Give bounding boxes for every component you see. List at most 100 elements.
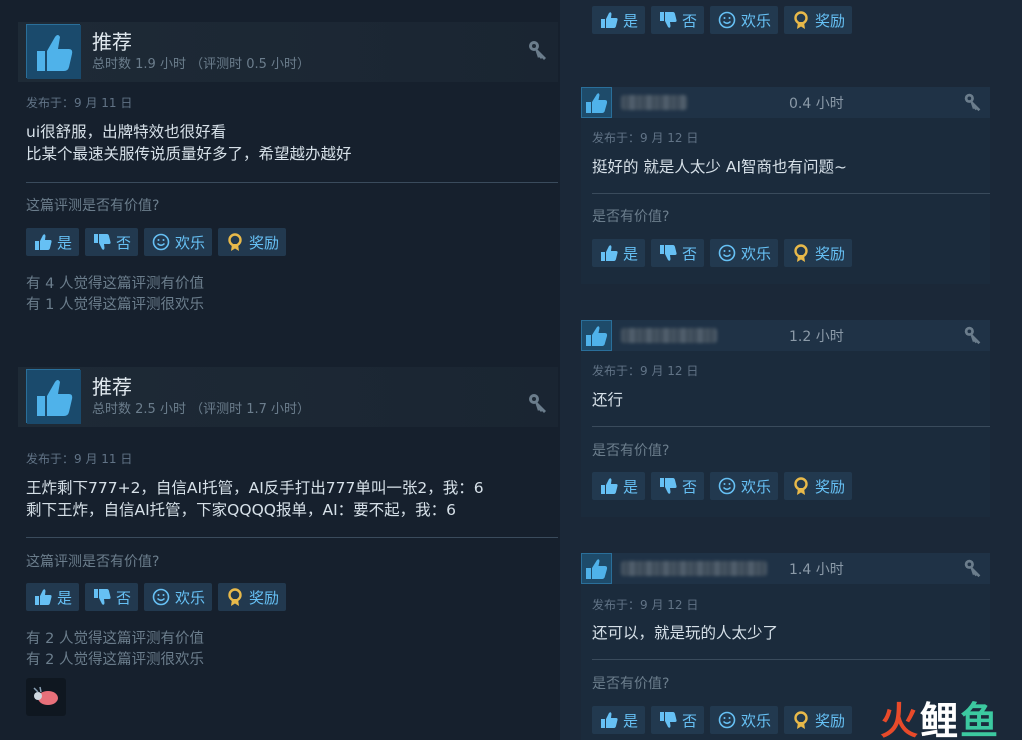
vote-funny-label: 欢乐 [175, 588, 206, 607]
helpful-stats: 有 4 人觉得这篇评测有价值 有 1 人觉得这篇评测很欢乐 [26, 274, 204, 316]
vote-no-button[interactable]: 否 [651, 239, 705, 267]
award-icon [791, 476, 811, 496]
vote-funny-button[interactable]: 欢乐 [710, 239, 779, 267]
vote-no-button[interactable]: 否 [85, 228, 139, 256]
thumbs-up-icon [581, 553, 612, 584]
thumbs-down-icon [658, 243, 678, 263]
watermark-char: 鱼 [959, 698, 1000, 740]
vote-yes-button[interactable]: 是 [26, 583, 80, 611]
review-hours: 1.4 小时 [789, 562, 844, 578]
helpful-question: 是否有价值? [592, 676, 670, 692]
thumbs-up-icon[interactable] [26, 369, 81, 424]
posted-date: 发布于：9 月 12 日 [592, 598, 699, 612]
award-label: 奖励 [815, 711, 846, 730]
award-button[interactable]: 奖励 [784, 239, 853, 267]
vote-no-label: 否 [682, 711, 698, 730]
thumbs-up-icon [599, 243, 619, 263]
award-icon [791, 10, 811, 30]
vote-funny-button[interactable]: 欢乐 [144, 583, 213, 611]
vote-funny-button[interactable]: 欢乐 [710, 6, 779, 34]
award-button[interactable]: 奖励 [218, 228, 287, 256]
vote-funny-label: 欢乐 [741, 244, 772, 263]
author-name-redacted [621, 561, 767, 576]
smiley-icon [717, 710, 737, 730]
vote-yes-label: 是 [623, 711, 639, 730]
review-header: 1.4 小时 [581, 553, 990, 584]
helpful-count: 有 2 人觉得这篇评测有价值 [26, 631, 204, 647]
award-button[interactable]: 奖励 [218, 583, 287, 611]
vote-funny-label: 欢乐 [175, 233, 206, 252]
divider [592, 193, 990, 194]
posted-date: 发布于：9 月 11 日 [26, 452, 133, 466]
vote-buttons: 是 否 欢乐 奖励 [592, 472, 853, 500]
posted-date: 发布于：9 月 12 日 [592, 364, 699, 378]
vote-no-label: 否 [116, 588, 132, 607]
review-hours: 1.2 小时 [789, 329, 844, 345]
helpful-question: 这篇评测是否有价值? [26, 198, 160, 214]
award-button[interactable]: 奖励 [784, 6, 853, 34]
thumbs-up-icon[interactable] [26, 24, 81, 79]
vote-yes-button[interactable]: 是 [26, 228, 80, 256]
vote-buttons: 是 否 欢乐 奖励 [26, 583, 287, 611]
award-label: 奖励 [249, 588, 280, 607]
vote-no-label: 否 [682, 244, 698, 263]
award-button[interactable]: 奖励 [784, 706, 853, 734]
award-badge-icon [26, 678, 66, 716]
funny-count: 有 1 人觉得这篇评测很欢乐 [26, 297, 204, 313]
vote-yes-button[interactable]: 是 [592, 706, 646, 734]
vote-no-label: 否 [682, 477, 698, 496]
award-icon [225, 232, 245, 252]
thumbs-up-icon [33, 587, 53, 607]
watermark-char: 火 [879, 698, 920, 740]
thumbs-up-icon [581, 320, 612, 351]
review-body-line: 王炸剩下777+2，自信AI托管，AI反手打出777单叫一张2，我：6 [26, 479, 484, 497]
vote-funny-button[interactable]: 欢乐 [710, 706, 779, 734]
review-hours: 总时数 2.5 小时 （评测时 1.7 小时） [92, 402, 311, 417]
smiley-icon [717, 476, 737, 496]
vote-buttons: 是 否 欢乐 奖励 [26, 228, 287, 256]
vote-no-button[interactable]: 否 [651, 472, 705, 500]
review-body: ui很舒服，出牌特效也很好看 比某个最速关服传说质量好多了，希望越办越好 [26, 121, 352, 165]
vote-funny-label: 欢乐 [741, 711, 772, 730]
award-icon [225, 587, 245, 607]
award-button[interactable]: 奖励 [784, 472, 853, 500]
vote-yes-label: 是 [623, 244, 639, 263]
key-icon [962, 324, 984, 346]
smiley-icon [151, 232, 171, 252]
vote-yes-button[interactable]: 是 [592, 239, 646, 267]
divider [26, 182, 558, 183]
vote-yes-label: 是 [57, 588, 73, 607]
watermark-char: 鲤 [919, 698, 960, 740]
review-body-line: ui很舒服，出牌特效也很好看 [26, 123, 227, 141]
vote-no-button[interactable]: 否 [651, 6, 705, 34]
vote-funny-button[interactable]: 欢乐 [144, 228, 213, 256]
thumbs-up-icon [599, 476, 619, 496]
vote-yes-button[interactable]: 是 [592, 472, 646, 500]
thumbs-down-icon [658, 10, 678, 30]
thumbs-down-icon [658, 710, 678, 730]
vote-yes-button[interactable]: 是 [592, 6, 646, 34]
vote-no-label: 否 [682, 11, 698, 30]
vote-no-button[interactable]: 否 [651, 706, 705, 734]
helpful-question: 是否有价值? [592, 209, 670, 225]
smiley-icon [717, 243, 737, 263]
award-label: 奖励 [815, 477, 846, 496]
thumbs-down-icon [658, 476, 678, 496]
vote-funny-button[interactable]: 欢乐 [710, 472, 779, 500]
vote-buttons: 是 否 欢乐 奖励 [592, 706, 853, 734]
vote-buttons: 是 否 欢乐 奖励 [592, 239, 853, 267]
vote-yes-label: 是 [57, 233, 73, 252]
review-body: 王炸剩下777+2，自信AI托管，AI反手打出777单叫一张2，我：6 剩下王炸… [26, 477, 484, 521]
award-icon [791, 710, 811, 730]
author-name-redacted [621, 95, 687, 110]
key-icon [962, 557, 984, 579]
thumbs-up-icon [599, 10, 619, 30]
helpful-question: 这篇评测是否有价值? [26, 554, 160, 570]
vote-buttons: 是 否 欢乐 奖励 [592, 6, 853, 34]
review-body: 挺好的 就是人太少 AI智商也有问题~ [592, 158, 848, 176]
review-header: 0.4 小时 [581, 87, 990, 118]
divider [26, 537, 558, 538]
thumbs-up-icon [599, 710, 619, 730]
vote-no-button[interactable]: 否 [85, 583, 139, 611]
posted-date: 发布于：9 月 12 日 [592, 131, 699, 145]
